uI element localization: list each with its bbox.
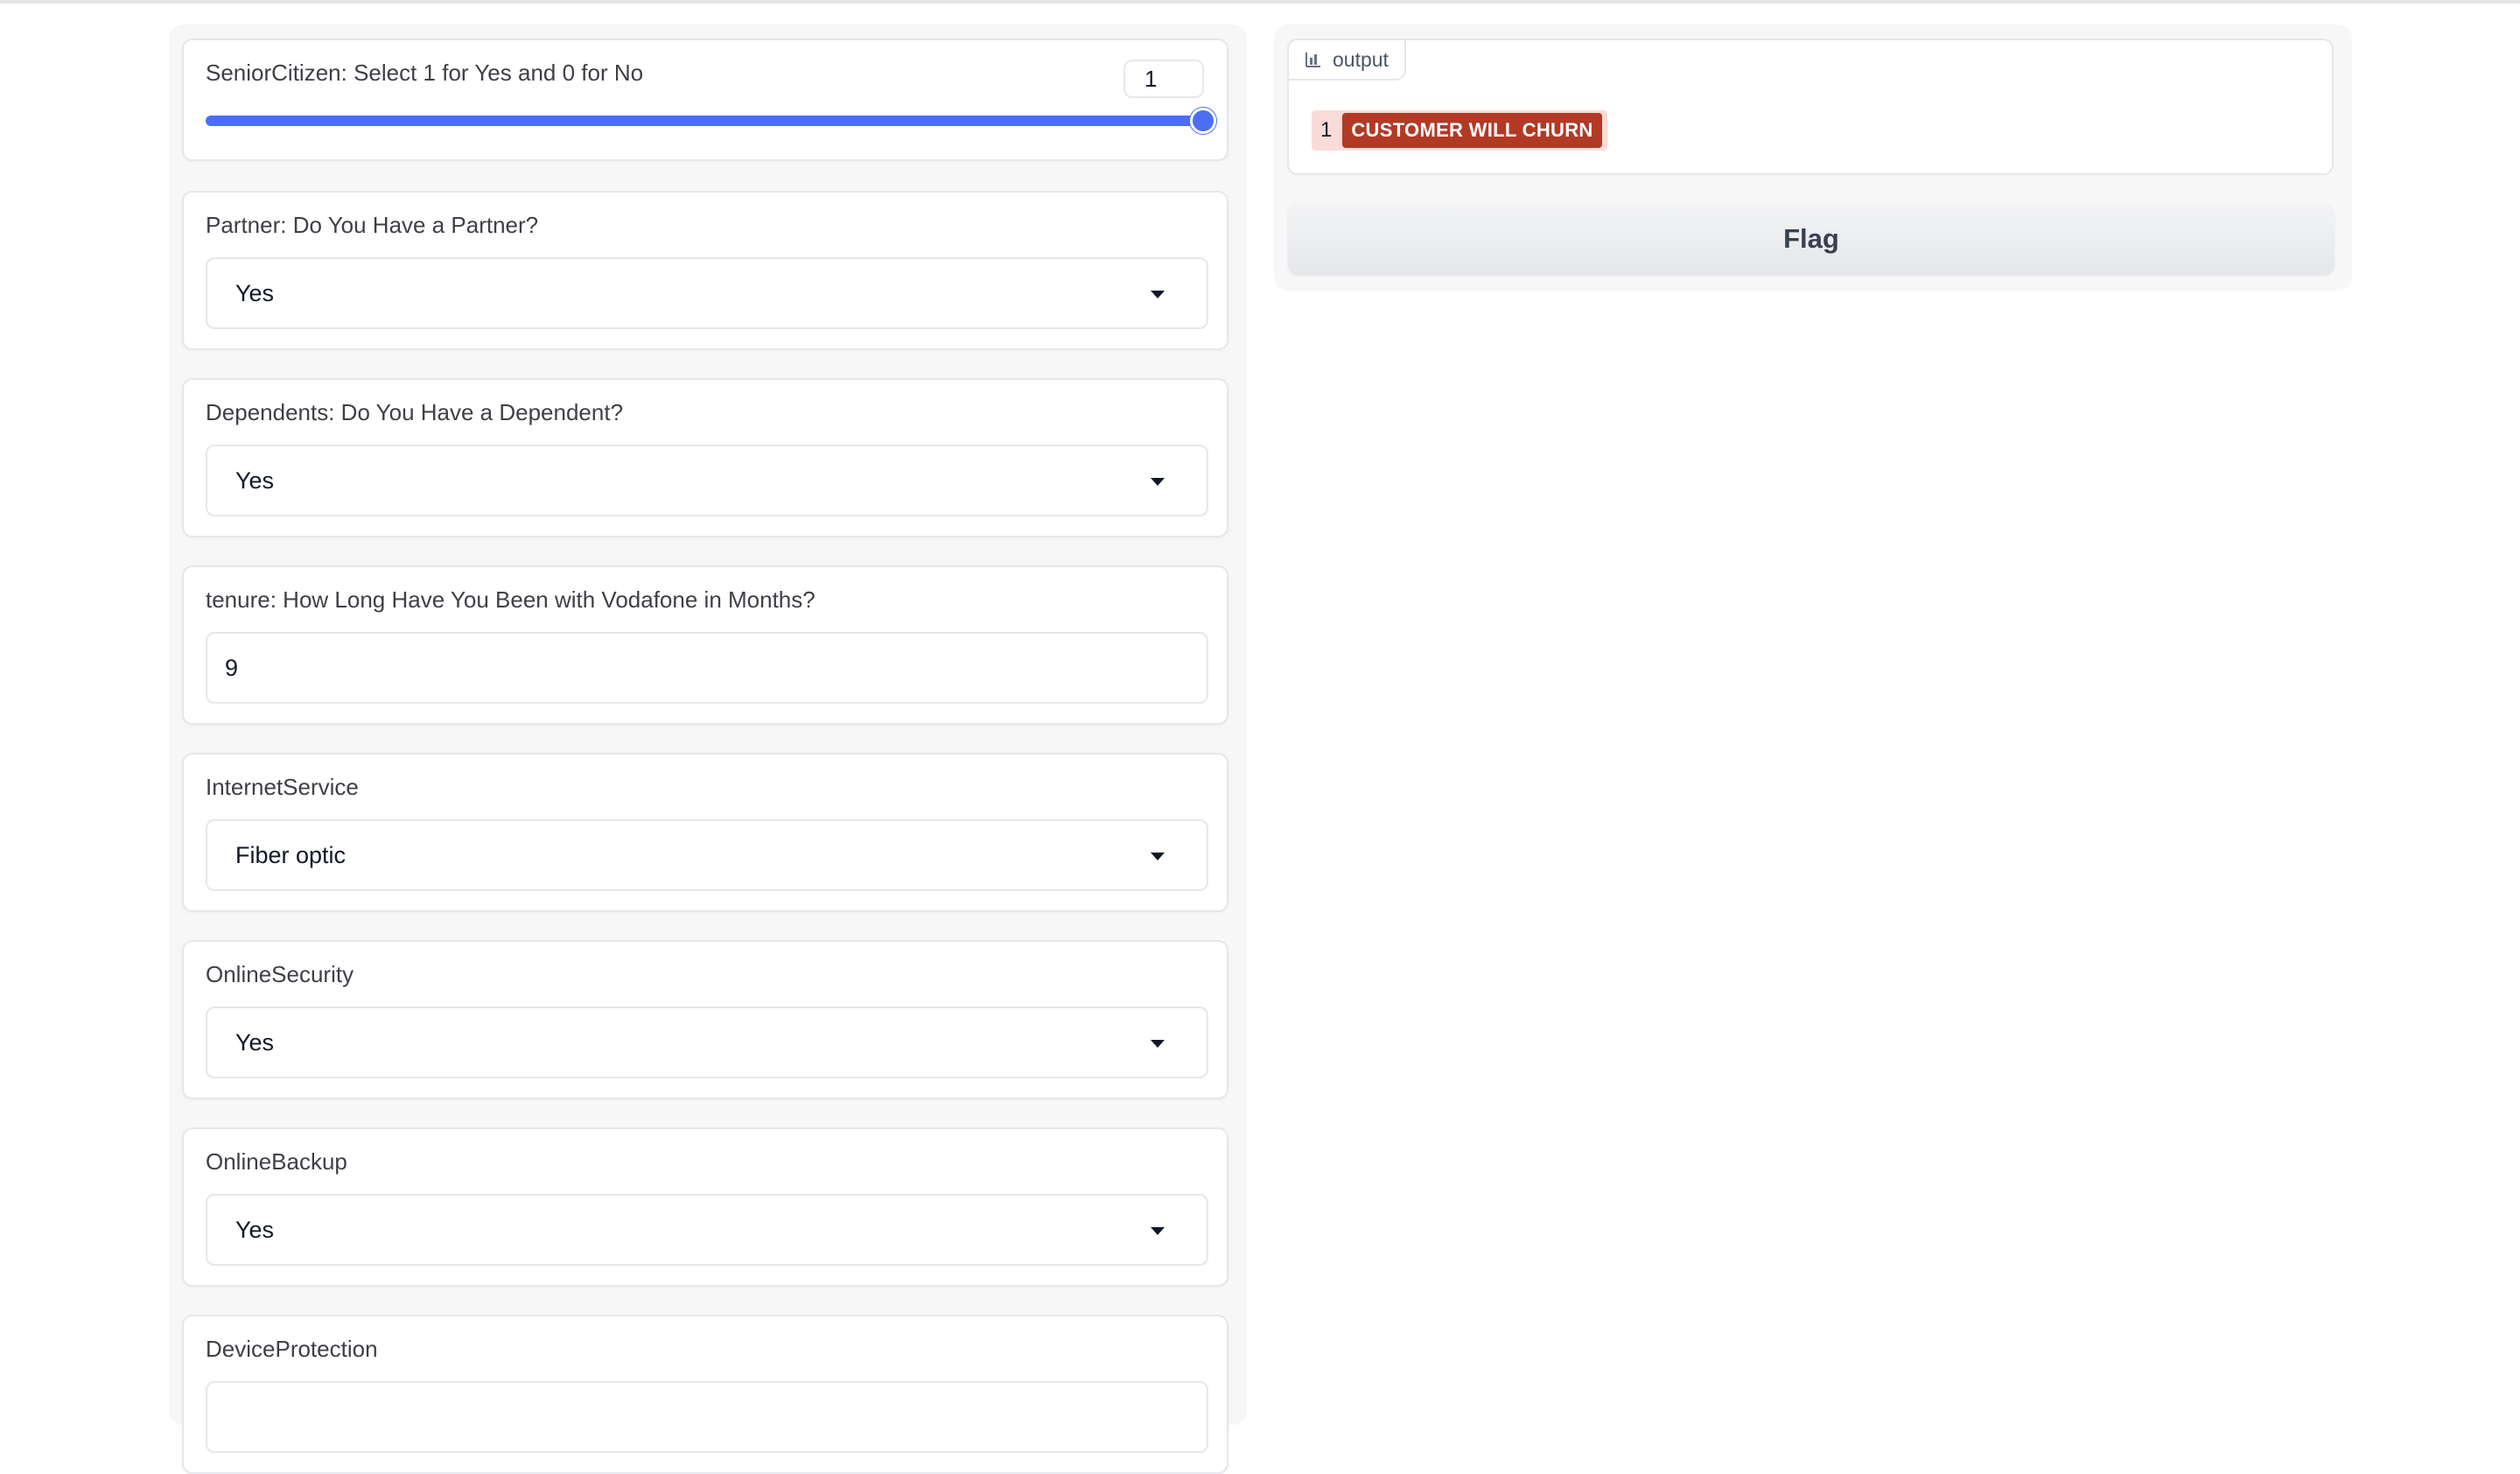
dependents-field: Dependents: Do You Have a Dependent? Yes [182, 378, 1228, 537]
result-row: 1 CUSTOMER WILL CHURN [1312, 110, 1607, 151]
online-security-label: OnlineSecurity [206, 961, 354, 987]
slider-thumb[interactable] [1190, 108, 1216, 134]
output-box: output 1 CUSTOMER WILL CHURN [1287, 39, 2334, 175]
caret-down-icon [1151, 1227, 1165, 1235]
dependents-value: Yes [235, 467, 275, 494]
device-protection-field: DeviceProtection [182, 1315, 1228, 1474]
internet-service-label: InternetService [206, 774, 359, 800]
senior-citizen-slider[interactable] [206, 108, 1216, 134]
senior-citizen-label: SeniorCitizen: Select 1 for Yes and 0 fo… [206, 60, 644, 86]
senior-citizen-number-input[interactable]: 1 [1124, 60, 1204, 98]
output-panel: output 1 CUSTOMER WILL CHURN Flag [1274, 25, 2352, 291]
online-security-value: Yes [235, 1029, 275, 1056]
tenure-field: tenure: How Long Have You Been with Voda… [182, 565, 1228, 725]
online-backup-label: OnlineBackup [206, 1148, 347, 1175]
online-backup-field: OnlineBackup Yes [182, 1127, 1228, 1287]
online-backup-dropdown[interactable]: Yes [206, 1194, 1208, 1266]
senior-citizen-field: SeniorCitizen: Select 1 for Yes and 0 fo… [182, 39, 1228, 161]
partner-label: Partner: Do You Have a Partner? [206, 212, 539, 238]
dependents-dropdown[interactable]: Yes [206, 445, 1208, 516]
online-backup-value: Yes [235, 1217, 275, 1243]
device-protection-dropdown[interactable] [206, 1381, 1208, 1453]
top-divider [0, 0, 2520, 4]
flag-button[interactable]: Flag [1288, 203, 2334, 275]
result-label: CUSTOMER WILL CHURN [1342, 113, 1602, 148]
caret-down-icon [1151, 478, 1165, 486]
tenure-label: tenure: How Long Have You Been with Voda… [206, 586, 816, 613]
output-tab-label: output [1333, 47, 1389, 71]
slider-fill [206, 116, 1203, 126]
chart-icon [1305, 51, 1322, 68]
caret-down-icon [1151, 291, 1165, 298]
dependents-label: Dependents: Do You Have a Dependent? [206, 399, 624, 425]
internet-service-value: Fiber optic [235, 842, 346, 868]
partner-field: Partner: Do You Have a Partner? Yes [182, 191, 1228, 350]
tenure-input[interactable]: 9 [206, 632, 1208, 704]
result-index: 1 [1320, 118, 1333, 142]
partner-value: Yes [235, 280, 275, 306]
partner-dropdown[interactable]: Yes [206, 257, 1208, 329]
input-panel: SeniorCitizen: Select 1 for Yes and 0 fo… [169, 25, 1247, 1474]
device-protection-label: DeviceProtection [206, 1336, 378, 1362]
online-security-field: OnlineSecurity Yes [182, 940, 1228, 1099]
internet-service-dropdown[interactable]: Fiber optic [206, 819, 1208, 891]
internet-service-field: InternetService Fiber optic [182, 753, 1228, 912]
caret-down-icon [1151, 853, 1165, 860]
online-security-dropdown[interactable]: Yes [206, 1007, 1208, 1078]
output-tab: output [1287, 39, 1406, 81]
caret-down-icon [1151, 1040, 1165, 1048]
